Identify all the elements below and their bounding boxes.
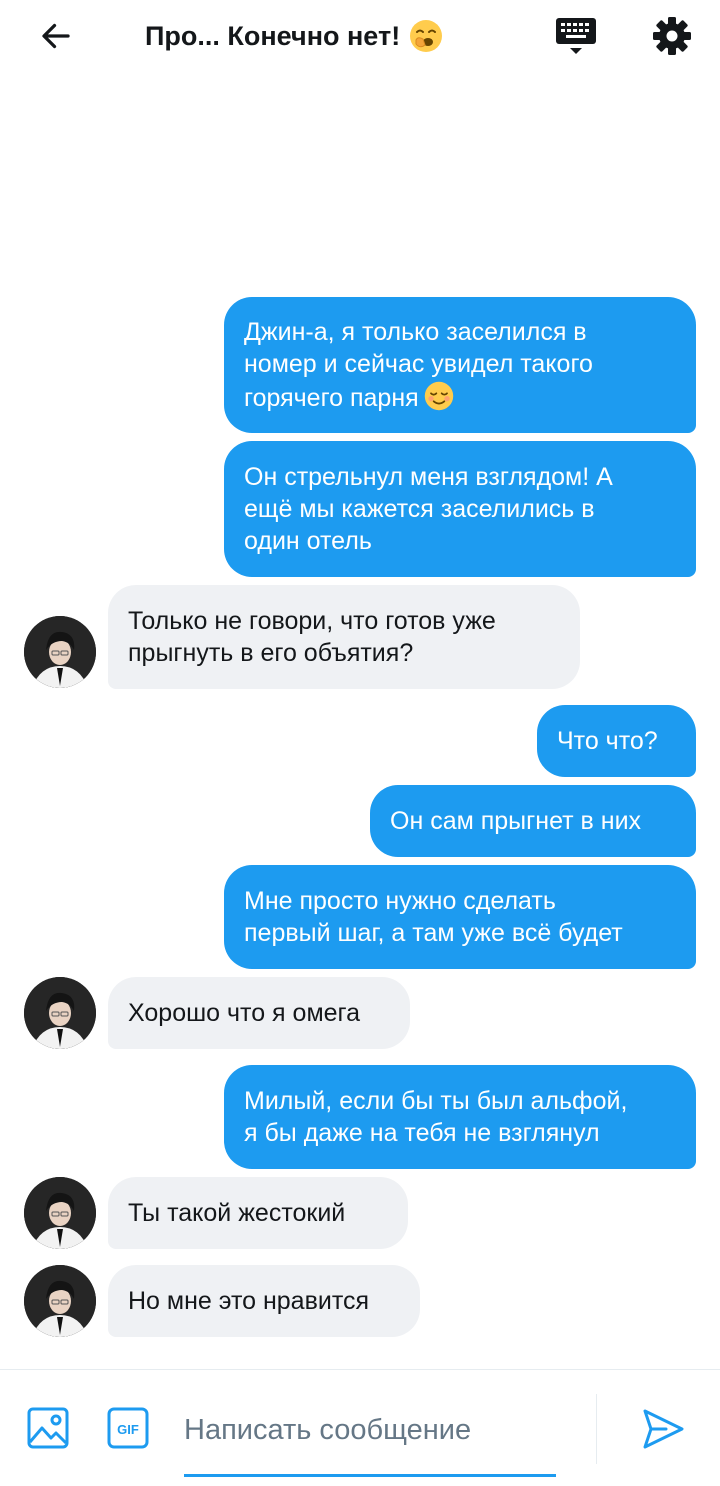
input-underline <box>184 1474 556 1477</box>
gif-icon: GIF <box>107 1407 149 1449</box>
gear-icon <box>653 17 691 55</box>
avatar[interactable] <box>24 977 96 1049</box>
add-image-button[interactable] <box>26 1406 70 1450</box>
send-button[interactable] <box>640 1406 686 1452</box>
message-line: Только не говори, что готов уже <box>128 607 496 635</box>
message-line: Джин-а, я только заселился в <box>244 318 587 346</box>
add-gif-button[interactable]: GIF <box>106 1406 150 1450</box>
avatar-photo <box>24 616 96 688</box>
message-bubble-outgoing[interactable]: Милый, если бы ты был альфой, я бы даже … <box>224 1065 696 1169</box>
image-icon <box>27 1407 69 1449</box>
message-line: Что что? <box>557 727 658 755</box>
message-line: горячего парня <box>244 380 676 414</box>
send-icon <box>643 1409 684 1449</box>
chat-header: Про... Конечно нет! <box>0 0 720 72</box>
message-line: Но мне это нравится <box>128 1287 370 1315</box>
chat-title-text: Про... Конечно нет! <box>145 20 401 51</box>
composer-divider <box>596 1394 597 1464</box>
message-bubble-incoming[interactable]: Только не говори, что готов уже прыгнуть… <box>108 585 580 689</box>
message-line: я бы даже на тебя не взглянул <box>244 1119 600 1147</box>
settings-button[interactable] <box>648 12 696 60</box>
message-line: прыгнуть в его объятия? <box>128 639 414 667</box>
relieved-face-icon <box>424 381 453 411</box>
message-bubble-outgoing[interactable]: Мне просто нужно сделать первый шаг, а т… <box>224 865 696 969</box>
avatar[interactable] <box>24 1177 96 1249</box>
chat-title: Про... Конечно нет! <box>145 15 444 57</box>
keyboard-button[interactable] <box>552 12 600 60</box>
message-line: Милый, если бы ты был альфой, <box>244 1087 628 1115</box>
message-line: номер и сейчас увидел такого <box>244 350 593 378</box>
message-line: один отель <box>244 527 372 555</box>
message-line-text: горячего парня <box>244 384 419 412</box>
message-line: Ты такой жестокий <box>128 1199 346 1227</box>
keyboard-icon <box>556 18 596 54</box>
message-bubble-outgoing[interactable]: Джин-а, я только заселился в номер и сей… <box>224 297 696 433</box>
message-bubble-outgoing[interactable]: Что что? <box>537 705 696 777</box>
message-bubble-outgoing[interactable]: Он сам прыгнет в них <box>370 785 696 857</box>
arrow-left-icon <box>42 23 70 49</box>
avatar-photo <box>24 977 96 1049</box>
message-input[interactable] <box>184 1408 556 1452</box>
message-composer: GIF <box>0 1369 720 1486</box>
message-line: первый шаг, а там уже всё будет <box>244 919 623 947</box>
message-line: Мне просто нужно сделать <box>244 887 556 915</box>
avatar[interactable] <box>24 616 96 688</box>
message-line: Он сам прыгнет в них <box>390 807 642 835</box>
message-bubble-incoming[interactable]: Но мне это нравится <box>108 1265 420 1337</box>
message-bubble-outgoing[interactable]: Он стрельнул меня взглядом! А ещё мы каж… <box>224 441 696 577</box>
gif-label: GIF <box>117 1422 139 1437</box>
avatar[interactable] <box>24 1265 96 1337</box>
avatar-photo <box>24 1177 96 1249</box>
message-bubble-incoming[interactable]: Хорошо что я омега <box>108 977 410 1049</box>
message-bubble-incoming[interactable]: Ты такой жестокий <box>108 1177 408 1249</box>
avatar-photo <box>24 1265 96 1337</box>
yawning-face-icon <box>410 20 443 52</box>
back-button[interactable] <box>34 14 78 58</box>
message-line: ещё мы кажется заселились в <box>244 495 595 523</box>
message-line: Хорошо что я омега <box>128 999 361 1027</box>
message-line: Он стрельнул меня взглядом! А <box>244 463 613 491</box>
